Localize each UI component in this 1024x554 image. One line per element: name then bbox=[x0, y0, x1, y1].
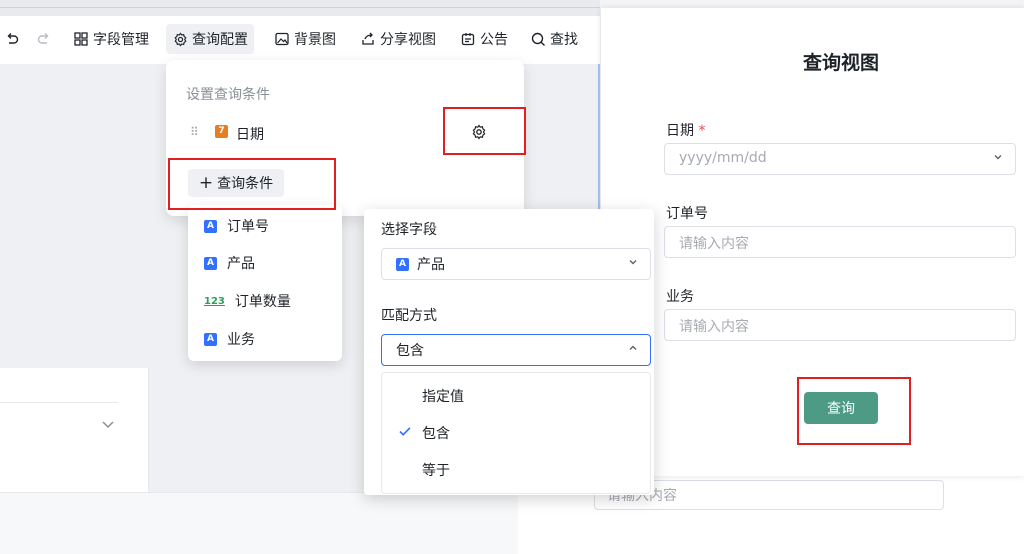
field-option-order-no[interactable]: A 订单号 bbox=[204, 216, 269, 236]
gear-icon bbox=[172, 31, 188, 47]
match-mode-value: 包含 bbox=[396, 343, 424, 359]
highlight-box-add-condition bbox=[168, 158, 336, 210]
field-option-label: 订单号 bbox=[227, 219, 269, 235]
properties-panel bbox=[0, 368, 149, 492]
match-mode-label: 匹配方式 bbox=[381, 308, 437, 324]
panel-divider bbox=[0, 402, 118, 403]
field-select-value: 产品 bbox=[417, 257, 445, 273]
share-view-button[interactable]: 分享视图 bbox=[360, 24, 436, 54]
undo-button[interactable] bbox=[4, 24, 20, 54]
text-type-icon: A bbox=[204, 332, 217, 346]
field-option-label: 业务 bbox=[227, 332, 255, 348]
background-image-label: 背景图 bbox=[294, 32, 336, 48]
field-option-product[interactable]: A 产品 bbox=[204, 253, 255, 273]
match-option-contains[interactable]: 包含 bbox=[422, 423, 450, 443]
share-icon bbox=[360, 31, 376, 47]
bottom-strip bbox=[0, 492, 518, 554]
business-input[interactable]: 请输入内容 bbox=[664, 309, 1016, 341]
search-icon bbox=[530, 31, 546, 47]
query-conditions-heading: 设置查询条件 bbox=[186, 87, 270, 103]
check-icon bbox=[398, 424, 412, 442]
text-type-icon: A bbox=[204, 219, 217, 233]
date-placeholder: yyyy/mm/dd bbox=[679, 150, 767, 166]
number-type-icon: 123 bbox=[204, 295, 225, 307]
text-type-icon: A bbox=[204, 256, 217, 270]
match-option-equals[interactable]: 等于 bbox=[422, 460, 450, 480]
search-button[interactable]: 查找 bbox=[530, 24, 578, 54]
condition-date-label: 日期 bbox=[236, 127, 264, 143]
field-option-order-quantity[interactable]: 123 订单数量 bbox=[204, 291, 291, 311]
notice-button[interactable]: 公告 bbox=[460, 24, 508, 54]
query-config-label: 查询配置 bbox=[192, 32, 248, 48]
chevron-down-icon[interactable] bbox=[100, 416, 120, 436]
text-type-icon: A bbox=[396, 257, 409, 271]
field-option-business[interactable]: A 业务 bbox=[204, 329, 255, 349]
order-no-field-label: 订单号 bbox=[666, 206, 708, 222]
field-option-label: 订单数量 bbox=[234, 294, 291, 310]
field-management-label: 字段管理 bbox=[93, 32, 149, 48]
business-placeholder: 请输入内容 bbox=[679, 319, 749, 335]
undo-icon bbox=[4, 31, 20, 47]
notice-label: 公告 bbox=[480, 32, 508, 48]
business-field-label: 业务 bbox=[666, 289, 694, 305]
notice-icon bbox=[460, 31, 476, 47]
order-no-input[interactable]: 请输入内容 bbox=[664, 226, 1016, 258]
redo-icon bbox=[36, 31, 52, 47]
select-field-label: 选择字段 bbox=[381, 222, 437, 238]
field-management-button[interactable]: 字段管理 bbox=[73, 24, 149, 54]
preview-title: 查询视图 bbox=[802, 52, 879, 74]
chevron-down-icon bbox=[628, 256, 638, 270]
chevron-up-icon bbox=[628, 342, 638, 356]
share-view-label: 分享视图 bbox=[380, 32, 436, 48]
match-option-specified[interactable]: 指定值 bbox=[422, 386, 464, 406]
drag-handle-icon[interactable]: ⠿ bbox=[190, 125, 199, 139]
highlight-box-query-button bbox=[797, 377, 911, 445]
chevron-down-icon bbox=[993, 151, 1003, 165]
field-option-label: 产品 bbox=[227, 256, 255, 272]
date-label-text: 日期 bbox=[666, 123, 694, 139]
required-mark: * bbox=[698, 123, 706, 139]
top-strip bbox=[0, 0, 600, 16]
order-no-placeholder: 请输入内容 bbox=[679, 236, 749, 252]
top-divider bbox=[0, 7, 600, 8]
match-mode-select[interactable]: 包含 bbox=[381, 334, 651, 366]
query-config-button[interactable]: 查询配置 bbox=[166, 24, 254, 54]
date-field-label: 日期 * bbox=[666, 120, 705, 140]
grid-icon bbox=[73, 31, 89, 47]
search-label: 查找 bbox=[550, 32, 578, 48]
redo-button[interactable] bbox=[36, 24, 52, 54]
date-type-icon: 7 bbox=[215, 125, 228, 138]
background-image-button[interactable]: 背景图 bbox=[274, 24, 336, 54]
date-picker[interactable]: yyyy/mm/dd bbox=[664, 143, 1016, 175]
field-select[interactable]: A 产品 bbox=[381, 248, 651, 280]
image-icon bbox=[274, 31, 290, 47]
highlight-box-gear bbox=[443, 107, 526, 155]
